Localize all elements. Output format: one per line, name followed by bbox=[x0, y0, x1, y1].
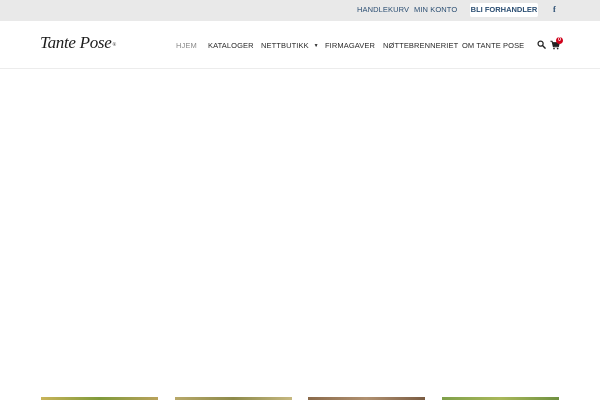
become-retailer-button[interactable]: BLI FORHANDLER bbox=[470, 3, 538, 17]
cart-link[interactable]: HANDLEKURV bbox=[357, 5, 409, 14]
facebook-icon[interactable]: f bbox=[553, 4, 556, 14]
search-icon[interactable] bbox=[537, 40, 546, 49]
logo-text: Tante Pose bbox=[40, 33, 112, 52]
hero-area bbox=[0, 69, 600, 396]
top-bar: HANDLEKURV MIN KONTO BLI FORHANDLER f bbox=[0, 0, 600, 21]
nav-item-kataloger[interactable]: KATALOGER bbox=[208, 41, 254, 50]
cart-count-badge: 0 bbox=[556, 37, 563, 44]
nav-item-nettbutikk-label: NETTBUTIKK bbox=[261, 41, 309, 50]
nav-item-nettbutikk[interactable]: NETTBUTIKK ▼ bbox=[261, 41, 319, 50]
nav-item-firmagaver[interactable]: FIRMAGAVER bbox=[325, 41, 375, 50]
chevron-down-icon: ▼ bbox=[313, 43, 319, 49]
site-header: Tante Pose® HJEM KATALOGER NETTBUTIKK ▼ F… bbox=[0, 21, 600, 69]
logo[interactable]: Tante Pose® bbox=[40, 33, 116, 53]
nav-item-om-tante-pose[interactable]: OM TANTE POSE bbox=[462, 41, 524, 50]
nav-item-nottebrenneriet[interactable]: NØTTEBRENNERIET bbox=[383, 41, 458, 50]
nav-item-hjem[interactable]: HJEM bbox=[176, 41, 197, 50]
my-account-link[interactable]: MIN KONTO bbox=[414, 5, 457, 14]
registered-mark: ® bbox=[112, 43, 116, 48]
